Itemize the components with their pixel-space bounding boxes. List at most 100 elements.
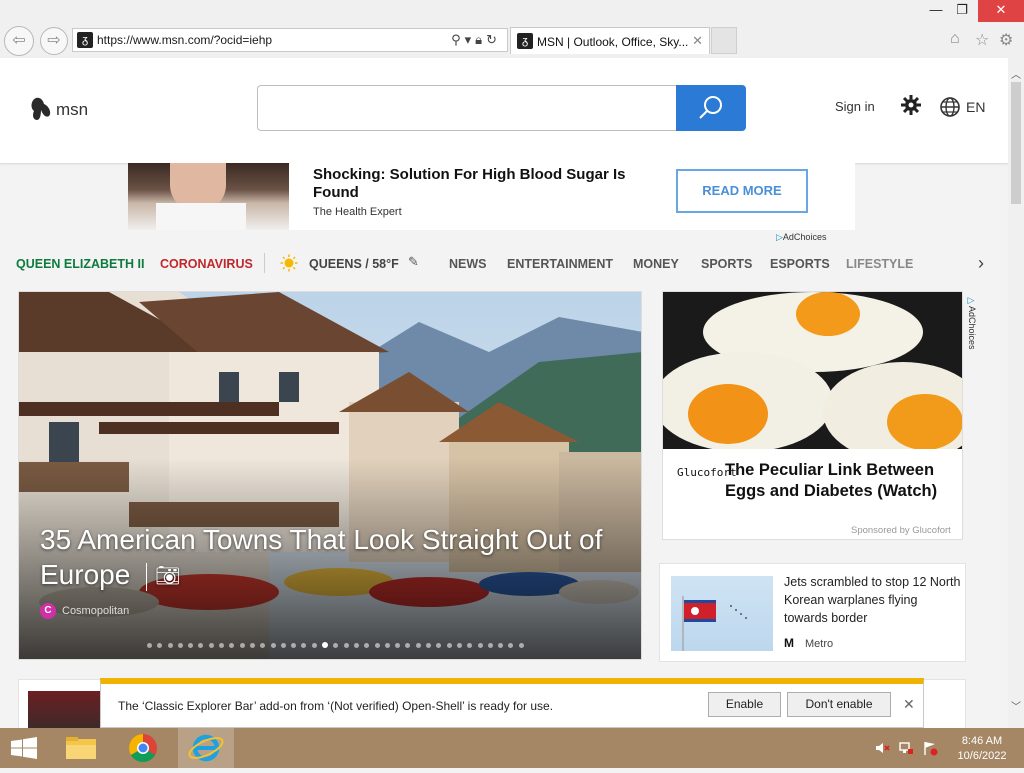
search-input[interactable] bbox=[257, 85, 677, 131]
hero-slide[interactable]: 35 American Towns That Look Straight Out… bbox=[18, 291, 642, 660]
notification-text: The ‘Classic Explorer Bar’ add-on from ‘… bbox=[118, 699, 554, 713]
msn-header: msn Sign in EN bbox=[0, 58, 1008, 163]
slide-indicator-dots bbox=[147, 635, 529, 648]
scroll-down-icon[interactable]: ﹀ bbox=[1008, 698, 1024, 713]
tab-msn[interactable]: ᵹ MSN | Outlook, Office, Sky... ✕ bbox=[510, 27, 710, 54]
hero-source[interactable]: Cosmopolitan bbox=[62, 605, 129, 617]
nav-esports[interactable]: ESPORTS bbox=[770, 257, 830, 271]
nav-coronavirus[interactable]: CORONAVIRUS bbox=[160, 257, 253, 271]
new-tab-button[interactable] bbox=[711, 27, 737, 54]
slide-dot[interactable] bbox=[456, 643, 462, 648]
ad-card-headline[interactable]: The Peculiar Link Between Eggs and Diabe… bbox=[725, 460, 959, 502]
nav-queen-elizabeth[interactable]: QUEEN ELIZABETH II bbox=[16, 257, 144, 271]
start-button[interactable] bbox=[0, 728, 54, 768]
address-url[interactable]: https://www.msn.com/?ocid=iehp bbox=[97, 33, 272, 47]
file-explorer-taskbar-button[interactable] bbox=[54, 728, 108, 768]
camera-icon: 📷︎ bbox=[155, 565, 181, 588]
sign-in-link[interactable]: Sign in bbox=[835, 99, 875, 114]
lock-icon[interactable]: 🔒︎ bbox=[475, 32, 486, 47]
action-center-flag-icon[interactable] bbox=[922, 740, 938, 756]
category-nav: QUEEN ELIZABETH II CORONAVIRUS QUEENS / … bbox=[0, 248, 1008, 282]
slide-dot[interactable] bbox=[426, 643, 432, 648]
tools-gear-icon[interactable]: ⚙ bbox=[999, 30, 1013, 50]
scroll-thumb[interactable] bbox=[1011, 82, 1021, 204]
msn-favicon-icon: ᵹ bbox=[517, 33, 533, 49]
slide-dot[interactable] bbox=[415, 643, 421, 648]
refresh-icon[interactable]: ↻ bbox=[486, 32, 501, 47]
slide-dot[interactable] bbox=[147, 643, 152, 648]
nav-next-chevron-icon[interactable]: › bbox=[978, 253, 984, 274]
news-card[interactable]: Jets scrambled to stop 12 North Korean w… bbox=[659, 563, 966, 662]
close-window-button[interactable]: ✕ bbox=[978, 0, 1024, 22]
nav-news[interactable]: NEWS bbox=[449, 257, 487, 271]
edit-pencil-icon[interactable]: ✎ bbox=[408, 254, 419, 270]
volume-muted-icon[interactable] bbox=[874, 740, 890, 756]
slide-dot[interactable] bbox=[167, 643, 173, 648]
slide-dot[interactable] bbox=[518, 643, 524, 648]
chrome-icon bbox=[129, 734, 157, 762]
close-tab-icon[interactable]: ✕ bbox=[692, 33, 703, 49]
slide-dot[interactable] bbox=[311, 643, 317, 648]
search-icon[interactable]: ⚲ bbox=[451, 32, 465, 47]
news-card-headline[interactable]: Jets scrambled to stop 12 North Korean w… bbox=[784, 573, 962, 627]
nav-money[interactable]: MONEY bbox=[633, 257, 679, 271]
sun-weather-icon bbox=[280, 254, 298, 272]
adchoices-label: AdChoices bbox=[782, 232, 827, 242]
msn-logo-text[interactable]: msn bbox=[56, 100, 88, 120]
nav-entertainment[interactable]: ENTERTAINMENT bbox=[507, 257, 613, 271]
language-label[interactable]: EN bbox=[966, 99, 985, 115]
slide-dot[interactable] bbox=[239, 643, 245, 648]
slide-dot[interactable] bbox=[270, 643, 276, 648]
slide-dot[interactable] bbox=[177, 643, 183, 648]
cosmopolitan-logo-icon: C bbox=[40, 603, 56, 619]
address-bar[interactable]: ᵹ https://www.msn.com/?ocid=iehp ⚲▾🔒︎↻ bbox=[72, 28, 508, 52]
system-clock[interactable]: 8:46 AM 10/6/2022 bbox=[952, 734, 1012, 764]
search-button[interactable] bbox=[676, 85, 746, 131]
slide-dot[interactable] bbox=[322, 642, 329, 648]
settings-gear-icon[interactable] bbox=[900, 94, 922, 116]
windows-taskbar: 8:46 AM 10/6/2022 bbox=[0, 728, 1024, 768]
slide-dot[interactable] bbox=[487, 643, 493, 648]
slide-dot[interactable] bbox=[374, 643, 380, 648]
scroll-up-icon[interactable]: ︿ bbox=[1008, 66, 1024, 81]
sponsored-ad-card[interactable]: Glucofort The Peculiar Link Between Eggs… bbox=[662, 291, 963, 540]
slide-dot[interactable] bbox=[280, 643, 286, 648]
slide-dot[interactable] bbox=[249, 643, 255, 648]
hero-title[interactable]: 35 American Towns That Look Straight Out… bbox=[40, 522, 630, 594]
slide-dot[interactable] bbox=[208, 643, 214, 648]
ad-card-sponsored: Sponsored by Glucofort bbox=[851, 525, 951, 536]
page-scrollbar[interactable]: ︿ ﹀ bbox=[1008, 58, 1024, 728]
dropdown-chevron-icon[interactable]: ▾ bbox=[465, 32, 476, 47]
adchoices-vertical-link[interactable]: ▷AdChoices bbox=[967, 296, 977, 350]
nav-lifestyle[interactable]: LIFESTYLE bbox=[846, 257, 913, 271]
ad-headline[interactable]: Shocking: Solution For High Blood Sugar … bbox=[313, 166, 663, 202]
slide-dot[interactable] bbox=[384, 643, 390, 648]
back-button[interactable]: ⇦ bbox=[4, 26, 34, 56]
chrome-taskbar-button[interactable] bbox=[116, 728, 170, 768]
news-card-image bbox=[671, 576, 773, 651]
nav-weather[interactable]: QUEENS / 58°F bbox=[309, 257, 399, 271]
network-icon[interactable] bbox=[898, 740, 914, 756]
home-icon[interactable]: ⌂ bbox=[950, 30, 960, 48]
language-globe-icon[interactable] bbox=[939, 96, 961, 118]
nav-sports[interactable]: SPORTS bbox=[701, 257, 752, 271]
msn-favicon-icon: ᵹ bbox=[77, 32, 93, 48]
adchoices-link[interactable]: ▷AdChoices bbox=[776, 232, 826, 243]
enable-button[interactable]: Enable bbox=[708, 692, 781, 717]
forward-button[interactable]: ⇨ bbox=[40, 27, 68, 55]
favorites-star-icon[interactable]: ☆ bbox=[975, 30, 989, 50]
slide-dot[interactable] bbox=[343, 643, 349, 648]
top-ad-banner[interactable]: Shocking: Solution For High Blood Sugar … bbox=[128, 163, 855, 230]
slide-dot[interactable] bbox=[477, 643, 483, 648]
windows-logo-icon bbox=[11, 737, 37, 759]
slide-dot[interactable] bbox=[446, 643, 452, 648]
internet-explorer-taskbar-button[interactable] bbox=[179, 728, 233, 768]
read-more-button[interactable]: READ MORE bbox=[676, 169, 808, 213]
maximize-button[interactable]: ❐ bbox=[946, 0, 978, 22]
hero-title-text[interactable]: 35 American Towns That Look Straight Out… bbox=[40, 524, 602, 590]
slide-dot[interactable] bbox=[353, 643, 359, 648]
close-notification-icon[interactable]: ✕ bbox=[903, 696, 915, 713]
dont-enable-button[interactable]: Don't enable bbox=[787, 692, 891, 717]
msn-butterfly-icon[interactable] bbox=[30, 96, 52, 122]
addon-notification-bar: The ‘Classic Explorer Bar’ add-on from ‘… bbox=[100, 678, 924, 728]
